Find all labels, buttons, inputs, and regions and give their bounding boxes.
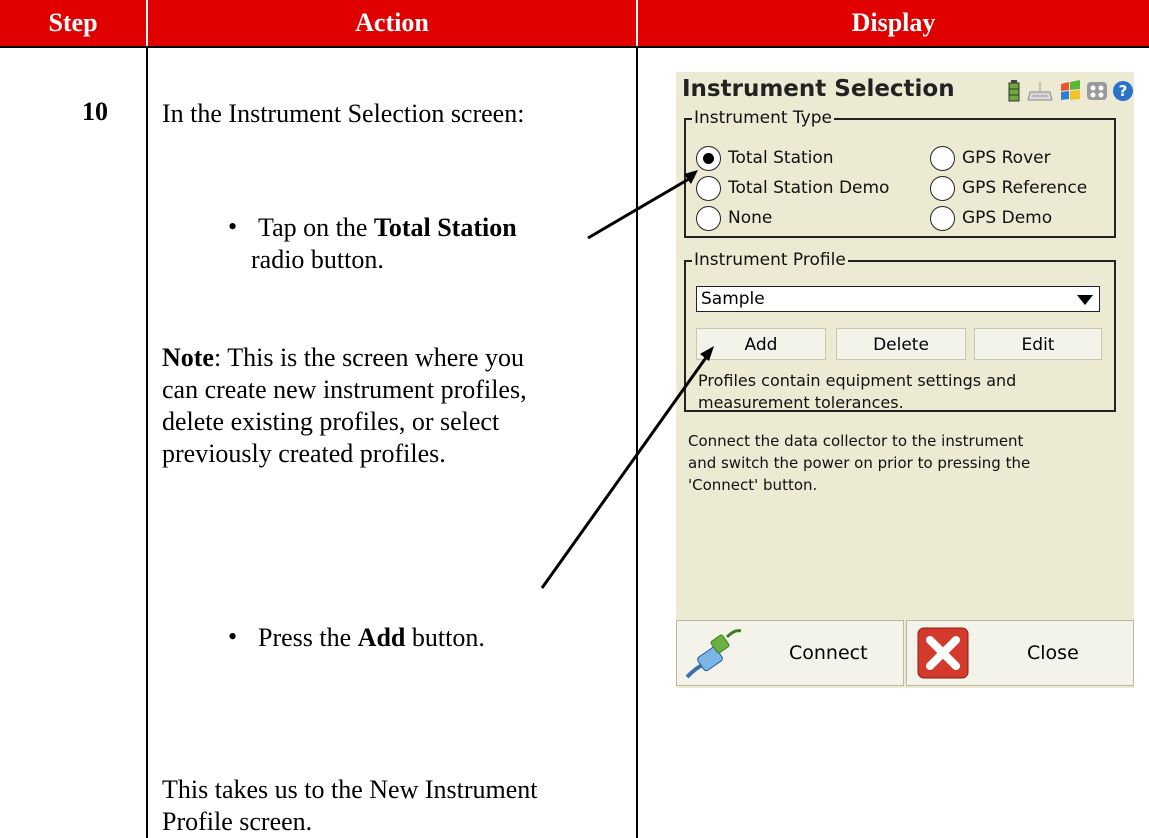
annotation-arrows (540, 170, 714, 589)
arrow-to-add-button (540, 346, 714, 589)
arrow-to-total-station (587, 170, 698, 240)
